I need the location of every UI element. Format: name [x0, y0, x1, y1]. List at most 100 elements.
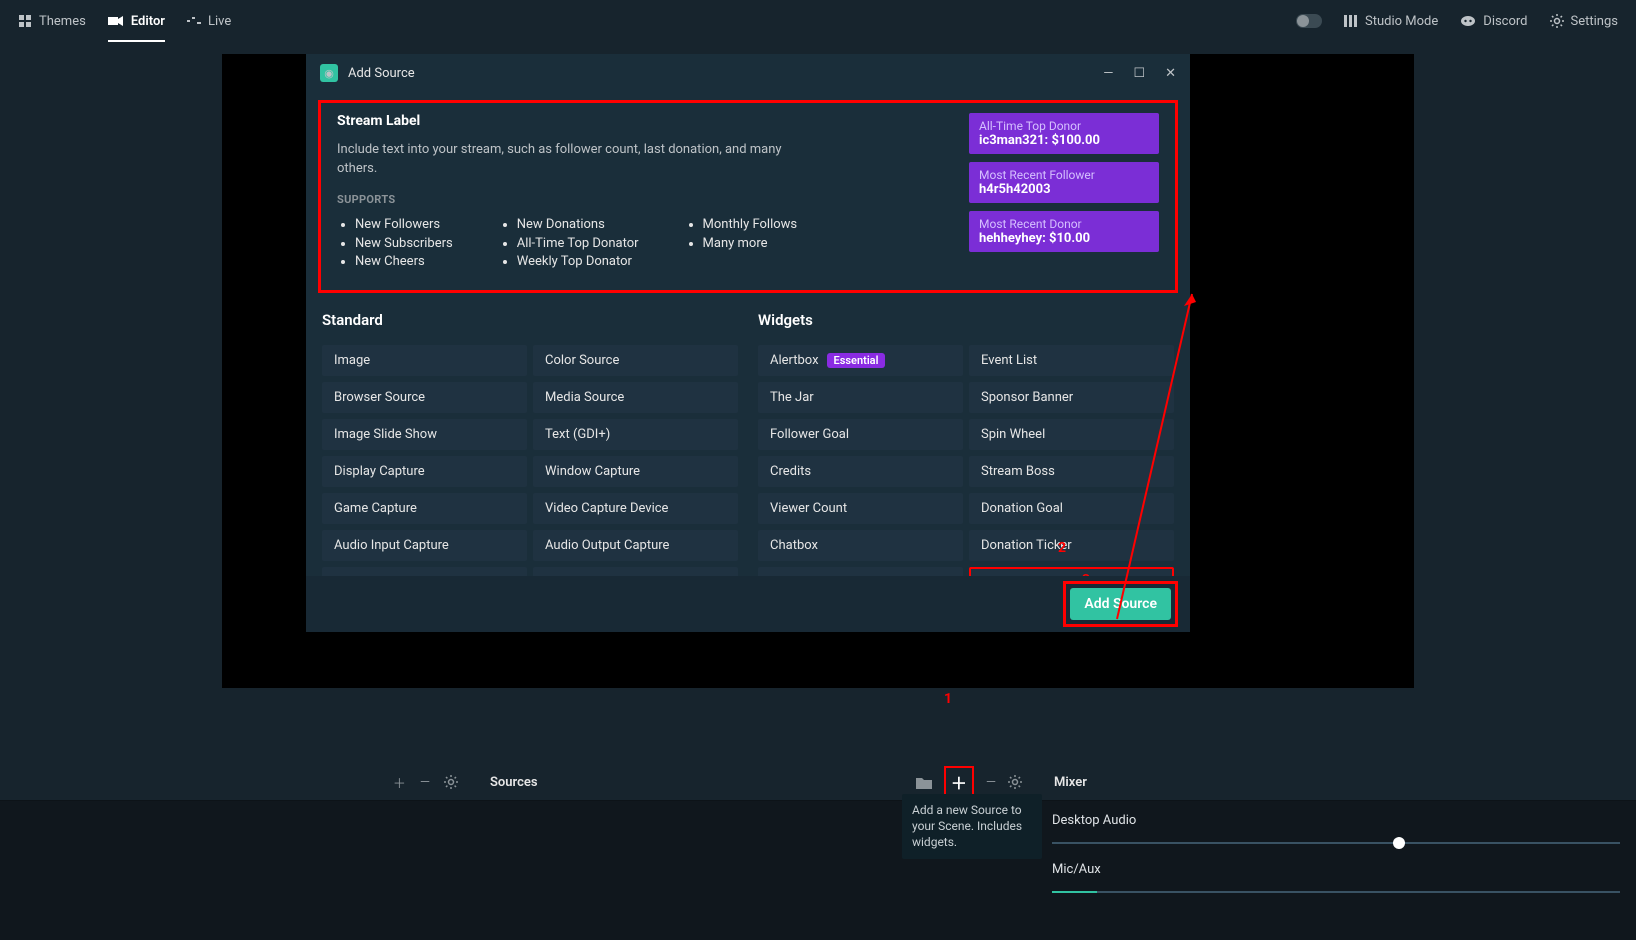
supports-label: SUPPORTS [337, 193, 807, 206]
supports-item: New Cheers [355, 253, 453, 272]
main: ◉ Add Source — ☐ ✕ Stream Label Include … [0, 54, 1636, 940]
mixer-mic-label: Mic/Aux [1052, 862, 1620, 877]
source-item[interactable]: Game Capture [322, 493, 527, 524]
preview-area: ◉ Add Source — ☐ ✕ Stream Label Include … [222, 54, 1414, 688]
editor-icon [108, 15, 124, 27]
source-item[interactable]: Color Source [533, 345, 738, 376]
mixer-track-mic: Mic/Aux [1052, 862, 1620, 893]
preview-card-title: All-Time Top Donor [979, 119, 1149, 133]
source-item[interactable]: Text (GDI+) [533, 419, 738, 450]
source-settings-icon[interactable] [1008, 775, 1022, 789]
section-standard: Standard ImageColor SourceBrowser Source… [322, 311, 738, 598]
close-button[interactable]: ✕ [1165, 66, 1176, 81]
annotation-1: 1 [944, 691, 952, 707]
supports-item: New Donations [517, 216, 639, 235]
annotation-2: 2 [1058, 540, 1066, 556]
widget-item[interactable]: The Jar [758, 382, 963, 413]
widget-label: Follower Goal [770, 427, 849, 442]
widget-label: Chatbox [770, 538, 818, 553]
nav-settings[interactable]: Settings [1550, 14, 1618, 29]
source-item[interactable]: Window Capture [533, 456, 738, 487]
annotation-arrow [1112, 284, 1202, 624]
add-source-modal: ◉ Add Source — ☐ ✕ Stream Label Include … [306, 54, 1190, 632]
source-item[interactable]: Media Source [533, 382, 738, 413]
nav-studio-label: Studio Mode [1365, 14, 1438, 29]
supports-item: All-Time Top Donator [517, 235, 639, 254]
maximize-button[interactable]: ☐ [1133, 66, 1145, 81]
nav-discord-label: Discord [1483, 14, 1527, 29]
widget-label: Credits [770, 464, 811, 479]
mixer-mic-slider[interactable] [1052, 891, 1620, 893]
widget-label: Donation Goal [981, 501, 1063, 516]
mixer-desktop-slider[interactable] [1052, 842, 1620, 844]
preview-card: All-Time Top Donoric3man321: $100.00 [969, 113, 1159, 154]
folder-icon[interactable] [916, 776, 932, 789]
widget-label: The Jar [770, 390, 814, 405]
panel-mixer: Mixer Desktop Audio Mic/Aux [1036, 764, 1636, 940]
bottom-panels: ＋ — Sources ＋ — Add a new Source to your… [0, 764, 1636, 940]
preview-cards: All-Time Top Donoric3man321: $100.00 Most… [969, 113, 1159, 272]
preview-card-value: hehheyhey: $10.00 [979, 231, 1149, 246]
widget-item[interactable]: Chatbox [758, 530, 963, 561]
widget-label: Spin Wheel [981, 427, 1045, 442]
nav-discord[interactable]: Discord [1460, 14, 1527, 29]
widget-item[interactable]: Credits [758, 456, 963, 487]
panel-scenes: ＋ — [0, 764, 472, 940]
source-item[interactable]: Image [322, 345, 527, 376]
mixer-track-desktop: Desktop Audio [1052, 813, 1620, 844]
source-item[interactable]: Audio Input Capture [322, 530, 527, 561]
nav-editor[interactable]: Editor [108, 14, 165, 42]
minimize-button[interactable]: — [1103, 66, 1113, 81]
widget-label: Alertbox [770, 353, 819, 368]
source-item[interactable]: Browser Source [322, 382, 527, 413]
panel-sources-title: Sources [490, 775, 538, 790]
nav-themes-label: Themes [39, 14, 86, 29]
preview-card-value: h4r5h42003 [979, 182, 1149, 197]
supports-item: Many more [703, 235, 798, 254]
nav-settings-label: Settings [1571, 14, 1618, 29]
source-title: Stream Label [337, 113, 807, 129]
widget-label: Viewer Count [770, 501, 847, 516]
supports-item: Monthly Follows [703, 216, 798, 235]
add-source-tooltip: Add a new Source to your Scene. Includes… [902, 794, 1042, 859]
source-item[interactable]: Image Slide Show [322, 419, 527, 450]
toggle[interactable] [1296, 14, 1322, 28]
modal-titlebar: ◉ Add Source — ☐ ✕ [306, 54, 1190, 92]
preview-card: Most Recent Followerh4r5h42003 [969, 162, 1159, 203]
source-description: Include text into your stream, such as f… [337, 141, 807, 179]
app-logo-icon: ◉ [320, 64, 338, 82]
supports-item: Weekly Top Donator [517, 253, 639, 272]
modal-title: Add Source [348, 66, 415, 81]
widget-item[interactable]: AlertboxEssential [758, 345, 963, 376]
scene-settings-icon[interactable] [444, 773, 458, 792]
source-item[interactable]: Video Capture Device [533, 493, 738, 524]
widget-label: Event List [981, 353, 1037, 368]
topbar: Themes Editor Live Studio Mode Discord S… [0, 0, 1636, 42]
source-item[interactable]: Audio Output Capture [533, 530, 738, 561]
supports-item: New Followers [355, 216, 453, 235]
widget-label: Sponsor Banner [981, 390, 1073, 405]
modal-footer: Add Source [306, 576, 1190, 632]
settings-icon [1550, 14, 1564, 28]
mixer-desktop-label: Desktop Audio [1052, 813, 1620, 828]
remove-scene-icon[interactable]: — [420, 773, 430, 792]
supports-item: New Subscribers [355, 235, 453, 254]
source-item[interactable]: Display Capture [322, 456, 527, 487]
add-scene-icon[interactable]: ＋ [393, 773, 406, 792]
widget-label: Stream Boss [981, 464, 1055, 479]
panel-sources: Sources ＋ — Add a new Source to your Sce… [472, 764, 1036, 940]
nav-studio-mode[interactable]: Studio Mode [1344, 14, 1438, 29]
nav-live[interactable]: Live [187, 14, 231, 29]
live-icon [187, 15, 201, 27]
preview-card-value: ic3man321: $100.00 [979, 133, 1149, 148]
remove-source-icon[interactable]: — [986, 775, 996, 790]
nav-editor-label: Editor [131, 14, 165, 29]
window-controls: — ☐ ✕ [1103, 66, 1176, 81]
widget-item[interactable]: Viewer Count [758, 493, 963, 524]
widget-item[interactable]: Follower Goal [758, 419, 963, 450]
source-detail-panel: Stream Label Include text into your stre… [318, 100, 1178, 293]
nav-themes[interactable]: Themes [18, 14, 86, 29]
preview-card-title: Most Recent Donor [979, 217, 1149, 231]
section-standard-title: Standard [322, 311, 738, 329]
topbar-right: Studio Mode Discord Settings [1296, 14, 1618, 29]
